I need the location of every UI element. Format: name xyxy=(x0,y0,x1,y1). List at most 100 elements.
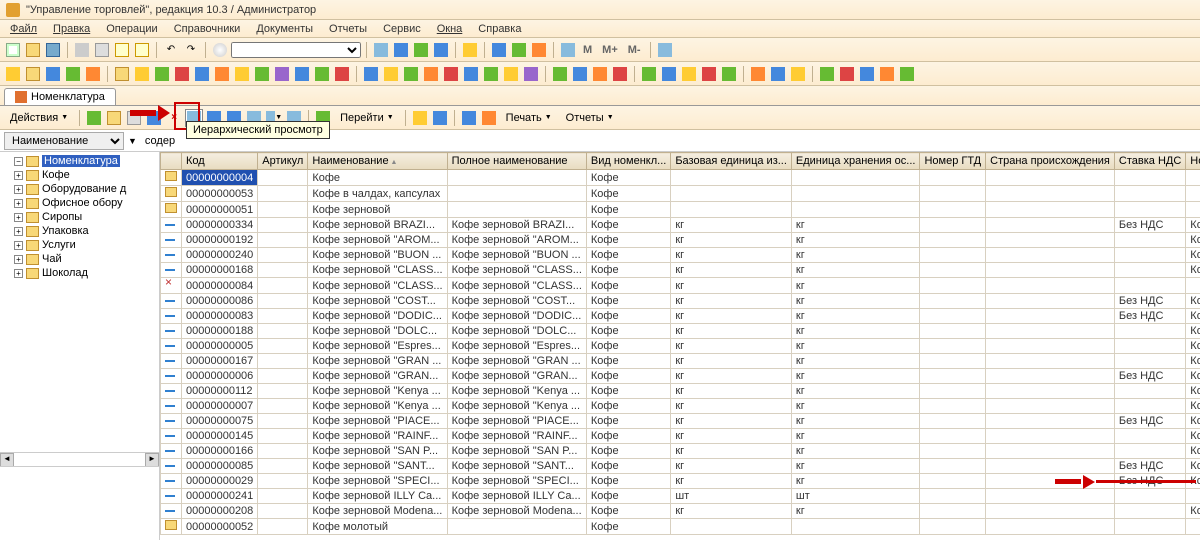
column-header[interactable]: Единица хранения ос... xyxy=(791,153,920,170)
table-row[interactable]: 00000000241Кофе зерновой ILLY Ca...Кофе … xyxy=(161,489,1200,504)
tr2-9[interactable] xyxy=(173,65,191,83)
tr2-31[interactable] xyxy=(640,65,658,83)
table-row[interactable]: 00000000086Кофе зерновой "COST...Кофе зе… xyxy=(161,294,1200,309)
print-dropdown[interactable]: Печать▼ xyxy=(500,110,558,126)
tb-b1[interactable] xyxy=(490,41,508,59)
table-row[interactable]: 00000000167Кофе зерновой "GRAN ...Кофе з… xyxy=(161,354,1200,369)
tr2-43[interactable] xyxy=(898,65,916,83)
column-header[interactable]: Артикул xyxy=(258,153,308,170)
expander-icon[interactable]: + xyxy=(14,269,23,278)
tr2-32[interactable] xyxy=(660,65,678,83)
tr2-22[interactable] xyxy=(442,65,460,83)
tree-item[interactable]: +Упаковка xyxy=(14,224,157,238)
table-row[interactable]: 00000000084Кофе зерновой "CLASS...Кофе з… xyxy=(161,278,1200,294)
tr2-21[interactable] xyxy=(422,65,440,83)
table-row[interactable]: 00000000192Кофе зерновой "AROM...Кофе зе… xyxy=(161,233,1200,248)
tree-item[interactable]: +Чай xyxy=(14,252,157,266)
tr2-8[interactable] xyxy=(153,65,171,83)
add-button[interactable] xyxy=(85,109,103,127)
table-row[interactable]: 00000000145Кофе зерновой "RAINF...Кофе з… xyxy=(161,429,1200,444)
tb-a3[interactable] xyxy=(412,41,430,59)
undo-button[interactable]: ↶ xyxy=(162,41,180,59)
menu-reports[interactable]: Отчеты xyxy=(323,22,373,36)
tree-item[interactable]: +Кофе xyxy=(14,168,157,182)
tr2-16[interactable] xyxy=(313,65,331,83)
table-row[interactable]: 00000000052Кофе молотыйКофе xyxy=(161,519,1200,535)
lt-6[interactable] xyxy=(460,109,478,127)
tr2-35[interactable] xyxy=(720,65,738,83)
tr2-41[interactable] xyxy=(858,65,876,83)
menu-catalogs[interactable]: Справочники xyxy=(168,22,247,36)
table-row[interactable]: 00000000007Кофе зерновой "Kenya ...Кофе … xyxy=(161,399,1200,414)
reports-dropdown[interactable]: Отчеты▼ xyxy=(560,110,620,126)
tree-item[interactable]: +Сиропы xyxy=(14,210,157,224)
tr2-36[interactable] xyxy=(749,65,767,83)
tr2-7[interactable] xyxy=(133,65,151,83)
expander-icon[interactable]: + xyxy=(14,171,23,180)
expander-icon[interactable]: + xyxy=(14,227,23,236)
filter-field-select[interactable]: Наименование xyxy=(4,132,124,150)
tab-nomenclature[interactable]: Номенклатура xyxy=(4,88,116,105)
tr2-42[interactable] xyxy=(878,65,896,83)
tree-root[interactable]: − Номенклатура xyxy=(14,154,157,168)
expander-icon[interactable]: + xyxy=(14,199,23,208)
tr2-14[interactable] xyxy=(273,65,291,83)
tr2-26[interactable] xyxy=(522,65,540,83)
column-header[interactable] xyxy=(161,153,182,170)
tr2-15[interactable] xyxy=(293,65,311,83)
table-row[interactable]: 00000000208Кофе зерновой Modena...Кофе з… xyxy=(161,504,1200,519)
tree-item[interactable]: +Оборудование д xyxy=(14,182,157,196)
expander-icon[interactable]: + xyxy=(14,241,23,250)
tr2-33[interactable] xyxy=(680,65,698,83)
table-row[interactable]: 00000000006Кофе зерновой "GRAN...Кофе зе… xyxy=(161,369,1200,384)
tr2-28[interactable] xyxy=(571,65,589,83)
table-row[interactable]: 00000000334Кофе зерновой BRAZI...Кофе зе… xyxy=(161,218,1200,233)
expander-icon[interactable]: + xyxy=(14,185,23,194)
tr2-27[interactable] xyxy=(551,65,569,83)
table-row[interactable]: 00000000168Кофе зерновой "CLASS...Кофе з… xyxy=(161,263,1200,278)
menu-service[interactable]: Сервис xyxy=(377,22,427,36)
column-header[interactable]: Код xyxy=(182,153,258,170)
tr2-4[interactable] xyxy=(64,65,82,83)
memory-mminus[interactable]: M- xyxy=(624,44,645,56)
expander-icon[interactable]: − xyxy=(14,157,23,166)
tr2-38[interactable] xyxy=(789,65,807,83)
tr2-39[interactable] xyxy=(818,65,836,83)
table-row[interactable]: 00000000051Кофе зерновойКофе xyxy=(161,202,1200,218)
save-button[interactable] xyxy=(44,41,62,59)
help-button[interactable] xyxy=(461,41,479,59)
tb-a2[interactable] xyxy=(392,41,410,59)
table-row[interactable]: 00000000005Кофе зерновой "Espres...Кофе … xyxy=(161,339,1200,354)
lt-5[interactable] xyxy=(431,109,449,127)
tree-item[interactable]: +Шоколад xyxy=(14,266,157,280)
table-row[interactable]: 00000000075Кофе зерновой "PIACE...Кофе з… xyxy=(161,414,1200,429)
tr2-17[interactable] xyxy=(333,65,351,83)
tb-b2[interactable] xyxy=(510,41,528,59)
tr2-1[interactable] xyxy=(4,65,22,83)
table-row[interactable]: 00000000083Кофе зерновой "DODIC...Кофе з… xyxy=(161,309,1200,324)
column-header[interactable]: Базовая единица из... xyxy=(671,153,792,170)
menu-operations[interactable]: Операции xyxy=(100,22,163,36)
expander-icon[interactable]: + xyxy=(14,255,23,264)
table-row[interactable]: 00000000166Кофе зерновой "SAN P...Кофе з… xyxy=(161,444,1200,459)
copy-button[interactable] xyxy=(93,41,111,59)
tr2-29[interactable] xyxy=(591,65,609,83)
tr2-23[interactable] xyxy=(462,65,480,83)
expander-icon[interactable]: + xyxy=(14,213,23,222)
column-header[interactable]: Номенклатурная группа xyxy=(1186,153,1200,170)
actions-dropdown[interactable]: Действия▼ xyxy=(4,110,74,126)
tr2-12[interactable] xyxy=(233,65,251,83)
redo-button[interactable]: ↷ xyxy=(182,41,200,59)
tr2-20[interactable] xyxy=(402,65,420,83)
tr2-13[interactable] xyxy=(253,65,271,83)
table-row[interactable]: 00000000053Кофе в чалдах, капсулахКофе xyxy=(161,186,1200,202)
menu-documents[interactable]: Документы xyxy=(250,22,319,36)
paste-button[interactable] xyxy=(113,41,131,59)
menu-windows[interactable]: Окна xyxy=(431,22,469,36)
tr2-3[interactable] xyxy=(44,65,62,83)
tb-a4[interactable] xyxy=(432,41,450,59)
tb-b3[interactable] xyxy=(530,41,548,59)
tr2-24[interactable] xyxy=(482,65,500,83)
table-row[interactable]: 00000000085Кофе зерновой "SANT...Кофе зе… xyxy=(161,459,1200,474)
search-combo[interactable] xyxy=(231,42,361,58)
